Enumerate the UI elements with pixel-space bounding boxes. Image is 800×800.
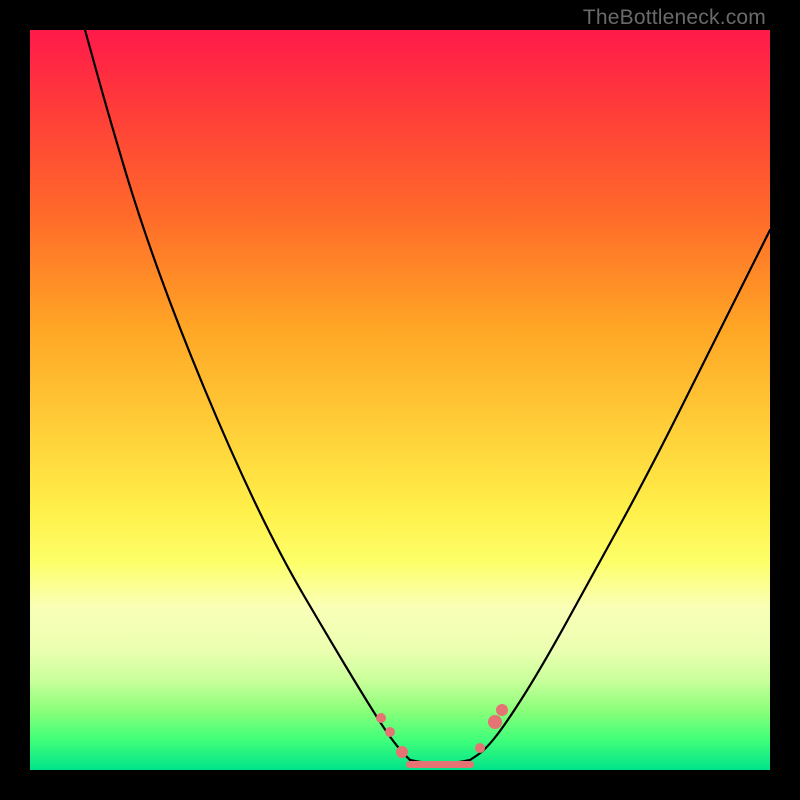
- watermark-text: TheBottleneck.com: [583, 6, 766, 30]
- marker-dot: [475, 743, 485, 753]
- bottleneck-curve: [85, 30, 770, 763]
- marker-dot: [496, 704, 508, 716]
- marker-dot: [385, 727, 395, 737]
- marker-dot: [488, 715, 502, 729]
- marker-dot: [376, 713, 386, 723]
- flat-bottom-marker: [406, 761, 474, 768]
- marker-dot: [396, 746, 408, 758]
- plot-area: [30, 30, 770, 770]
- curve-svg: [30, 30, 770, 770]
- chart-frame: TheBottleneck.com: [0, 0, 800, 800]
- marker-group: [376, 704, 508, 758]
